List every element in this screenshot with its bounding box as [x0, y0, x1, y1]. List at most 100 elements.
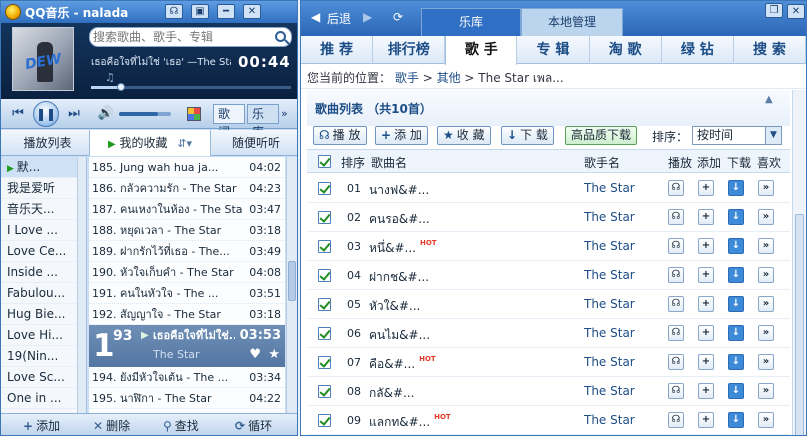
song-artist-link[interactable]: The Star: [584, 181, 635, 195]
song-checkbox[interactable]: [318, 356, 331, 369]
column-song-name[interactable]: 歌曲名: [371, 154, 407, 171]
song-row[interactable]: 186. กลัวความรัก - The Star 04:23: [89, 178, 285, 199]
forward-arrow-icon[interactable]: ▶: [363, 10, 372, 24]
download-all-button[interactable]: ↓ 下 载: [501, 126, 554, 145]
song-checkbox[interactable]: [318, 298, 331, 311]
song-artist-link[interactable]: The Star: [584, 239, 635, 253]
equalizer-color-icon[interactable]: [187, 107, 201, 121]
menu-button[interactable]: ▣: [191, 4, 209, 19]
more-song-chevron-icon[interactable]: »: [758, 412, 774, 428]
more-song-chevron-icon[interactable]: »: [758, 325, 774, 341]
more-song-chevron-icon[interactable]: »: [758, 180, 774, 196]
select-all-checkbox[interactable]: [318, 155, 331, 168]
playlist-item[interactable]: One in ...: [1, 388, 86, 409]
heart-icon[interactable]: ♥: [249, 347, 261, 363]
library-scrollbar[interactable]: [792, 90, 806, 435]
progress-bar[interactable]: [91, 83, 291, 91]
song-artist-link[interactable]: The Star: [584, 268, 635, 282]
song-list-scroll-thumb[interactable]: [288, 261, 296, 301]
song-row[interactable]: 185. Jung wah hua ja... 04:02: [89, 157, 285, 178]
add-song-plus-icon[interactable]: +: [698, 383, 714, 399]
playlist-item[interactable]: Inside ...: [1, 262, 86, 283]
play-song-headphones-icon[interactable]: ☊: [668, 296, 684, 312]
song-checkbox[interactable]: [318, 240, 331, 253]
sort-icon[interactable]: ⇵▾: [177, 137, 192, 150]
song-checkbox[interactable]: [318, 385, 331, 398]
download-song-icon[interactable]: ↓: [728, 267, 744, 283]
playlist-item[interactable]: 音乐天...: [1, 199, 86, 220]
lyrics-tab[interactable]: 歌词: [213, 104, 245, 139]
pause-button[interactable]: ❚❚: [33, 101, 59, 127]
download-song-icon[interactable]: ↓: [728, 354, 744, 370]
song-name[interactable]: หัวใ&#...: [369, 297, 420, 316]
category-tab[interactable]: 排行榜: [373, 36, 446, 64]
category-tab[interactable]: 绿 钻: [662, 36, 734, 64]
song-checkbox[interactable]: [318, 269, 331, 282]
close-button[interactable]: ✕: [243, 4, 261, 19]
volume-slider[interactable]: [119, 112, 171, 116]
star-icon[interactable]: ★: [268, 347, 280, 363]
song-artist-link[interactable]: The Star: [584, 355, 635, 369]
song-row[interactable]: 192. สัญญาใจ - The Star 03:18: [89, 304, 285, 325]
play-song-headphones-icon[interactable]: ☊: [668, 383, 684, 399]
song-name[interactable]: หนึ่&#... HOT: [369, 239, 437, 258]
playlist-item[interactable]: Love Sc...: [1, 367, 86, 388]
more-song-chevron-icon[interactable]: »: [758, 209, 774, 225]
breadcrumb-singers[interactable]: 歌手: [395, 71, 419, 85]
song-row[interactable]: 187. คนเหงาในห้อง - The Star 03:47: [89, 199, 285, 220]
current-song-row[interactable]: 1 93 เธอคือใจที่ไม่ใช่... 03:53 The Star ▶ ♥ ★: [89, 325, 285, 367]
download-song-icon[interactable]: ↓: [728, 383, 744, 399]
tab-library[interactable]: 乐库: [421, 8, 521, 36]
volume-icon[interactable]: 🔊: [97, 105, 115, 123]
song-artist-link[interactable]: The Star: [584, 210, 635, 224]
play-song-headphones-icon[interactable]: ☊: [668, 325, 684, 341]
search-icon[interactable]: [275, 31, 286, 42]
previous-track-icon[interactable]: ⏮: [9, 105, 27, 123]
library-scroll-thumb[interactable]: [795, 214, 804, 435]
song-row[interactable]: 188. หยุดเวลา - The Star 03:18: [89, 220, 285, 241]
category-tab[interactable]: 推 荐: [301, 36, 374, 64]
song-name[interactable]: คนรอ&#...: [369, 210, 430, 229]
song-checkbox[interactable]: [318, 327, 331, 340]
more-song-chevron-icon[interactable]: »: [758, 296, 774, 312]
download-song-icon[interactable]: ↓: [728, 325, 744, 341]
more-song-chevron-icon[interactable]: »: [758, 383, 774, 399]
album-cover[interactable]: DEW: [12, 27, 74, 91]
add-all-button[interactable]: + 添 加: [375, 126, 428, 145]
playlist-item[interactable]: ▶ 默...: [1, 157, 86, 178]
play-song-headphones-icon[interactable]: ☊: [668, 412, 684, 428]
song-name[interactable]: นางฟ&#...: [369, 181, 429, 200]
chevron-down-icon[interactable]: ▼: [765, 127, 781, 144]
refresh-icon[interactable]: ⟳: [393, 10, 403, 24]
add-song-plus-icon[interactable]: +: [698, 238, 714, 254]
song-artist-link[interactable]: The Star: [584, 413, 635, 427]
more-chevron-icon[interactable]: »: [281, 107, 288, 120]
song-name[interactable]: ฝากช&#...: [369, 268, 429, 287]
more-song-chevron-icon[interactable]: »: [758, 267, 774, 283]
playlist-item[interactable]: Fabulou...: [1, 283, 86, 304]
playlist-item[interactable]: Hug Bie...: [1, 304, 86, 325]
hq-download-button[interactable]: 高品质下载: [565, 126, 638, 145]
song-checkbox[interactable]: [318, 414, 331, 427]
download-song-icon[interactable]: ↓: [728, 238, 744, 254]
more-song-chevron-icon[interactable]: »: [758, 238, 774, 254]
playlist-item[interactable]: 我是爱听: [1, 178, 86, 199]
song-row[interactable]: 189. ฝากรักไว้ที่เธอ - The... 03:49: [89, 241, 285, 262]
song-row[interactable]: 190. หัวใจเก็บคำ - The Star 04:08: [89, 262, 285, 283]
download-song-icon[interactable]: ↓: [728, 180, 744, 196]
add-song-plus-icon[interactable]: +: [698, 267, 714, 283]
song-checkbox[interactable]: [318, 211, 331, 224]
progress-thumb[interactable]: [117, 83, 125, 91]
category-tab[interactable]: 淘 歌: [590, 36, 662, 64]
more-song-chevron-icon[interactable]: »: [758, 354, 774, 370]
scroll-up-icon[interactable]: ▲: [765, 94, 773, 105]
skin-button[interactable]: ☊: [165, 4, 183, 19]
playlist-item[interactable]: I Love ...: [1, 220, 86, 241]
library-tab[interactable]: 乐库: [247, 104, 279, 139]
loop-button[interactable]: ⟳ 循环: [235, 417, 272, 435]
song-name[interactable]: คือ&#... HOT: [369, 355, 436, 374]
playlist-scrollbar[interactable]: [77, 157, 86, 413]
breadcrumb-other[interactable]: 其他: [437, 71, 461, 85]
song-name[interactable]: คนไม&#...: [369, 326, 430, 345]
add-button[interactable]: + 添加: [23, 417, 60, 435]
